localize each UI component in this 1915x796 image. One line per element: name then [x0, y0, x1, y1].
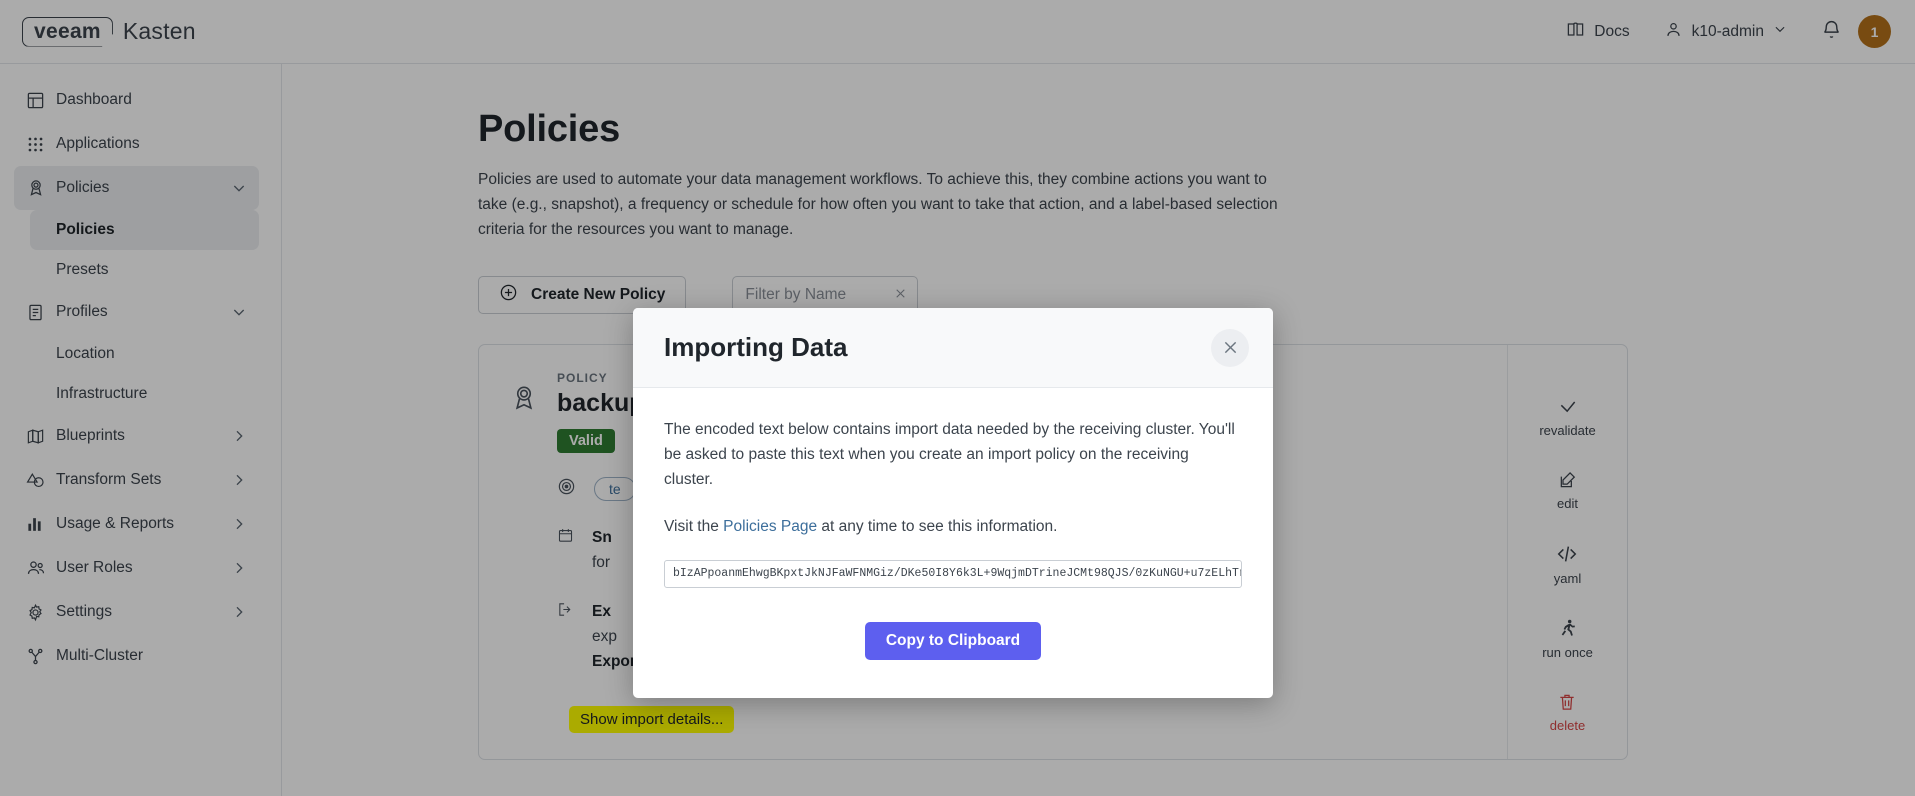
copy-to-clipboard-button[interactable]: Copy to Clipboard [864, 622, 1042, 660]
close-icon[interactable] [1211, 328, 1249, 367]
importing-data-modal: Importing Data The encoded text below co… [633, 308, 1273, 698]
policies-page-link[interactable]: Policies Page [723, 518, 817, 535]
modal-paragraph-2-post: at any time to see this information. [817, 518, 1058, 535]
modal-actions: Copy to Clipboard [664, 622, 1242, 660]
modal-body: The encoded text below contains import d… [633, 388, 1273, 698]
app-root: veeam Kasten Docs k10-admin 1 Dashboard … [0, 0, 1915, 796]
encoded-token-input[interactable]: bIzAPpoanmEhwgBKpxtJkNJFaWFNMGiz/DKe50I8… [664, 560, 1242, 588]
modal-paragraph-1: The encoded text below contains import d… [664, 421, 1235, 488]
modal-paragraph-2-pre: Visit the [664, 518, 724, 535]
modal-paragraph-2: Visit the Policies Page at any time to s… [664, 514, 1242, 539]
modal-header: Importing Data [633, 308, 1273, 388]
modal-title: Importing Data [664, 332, 848, 362]
